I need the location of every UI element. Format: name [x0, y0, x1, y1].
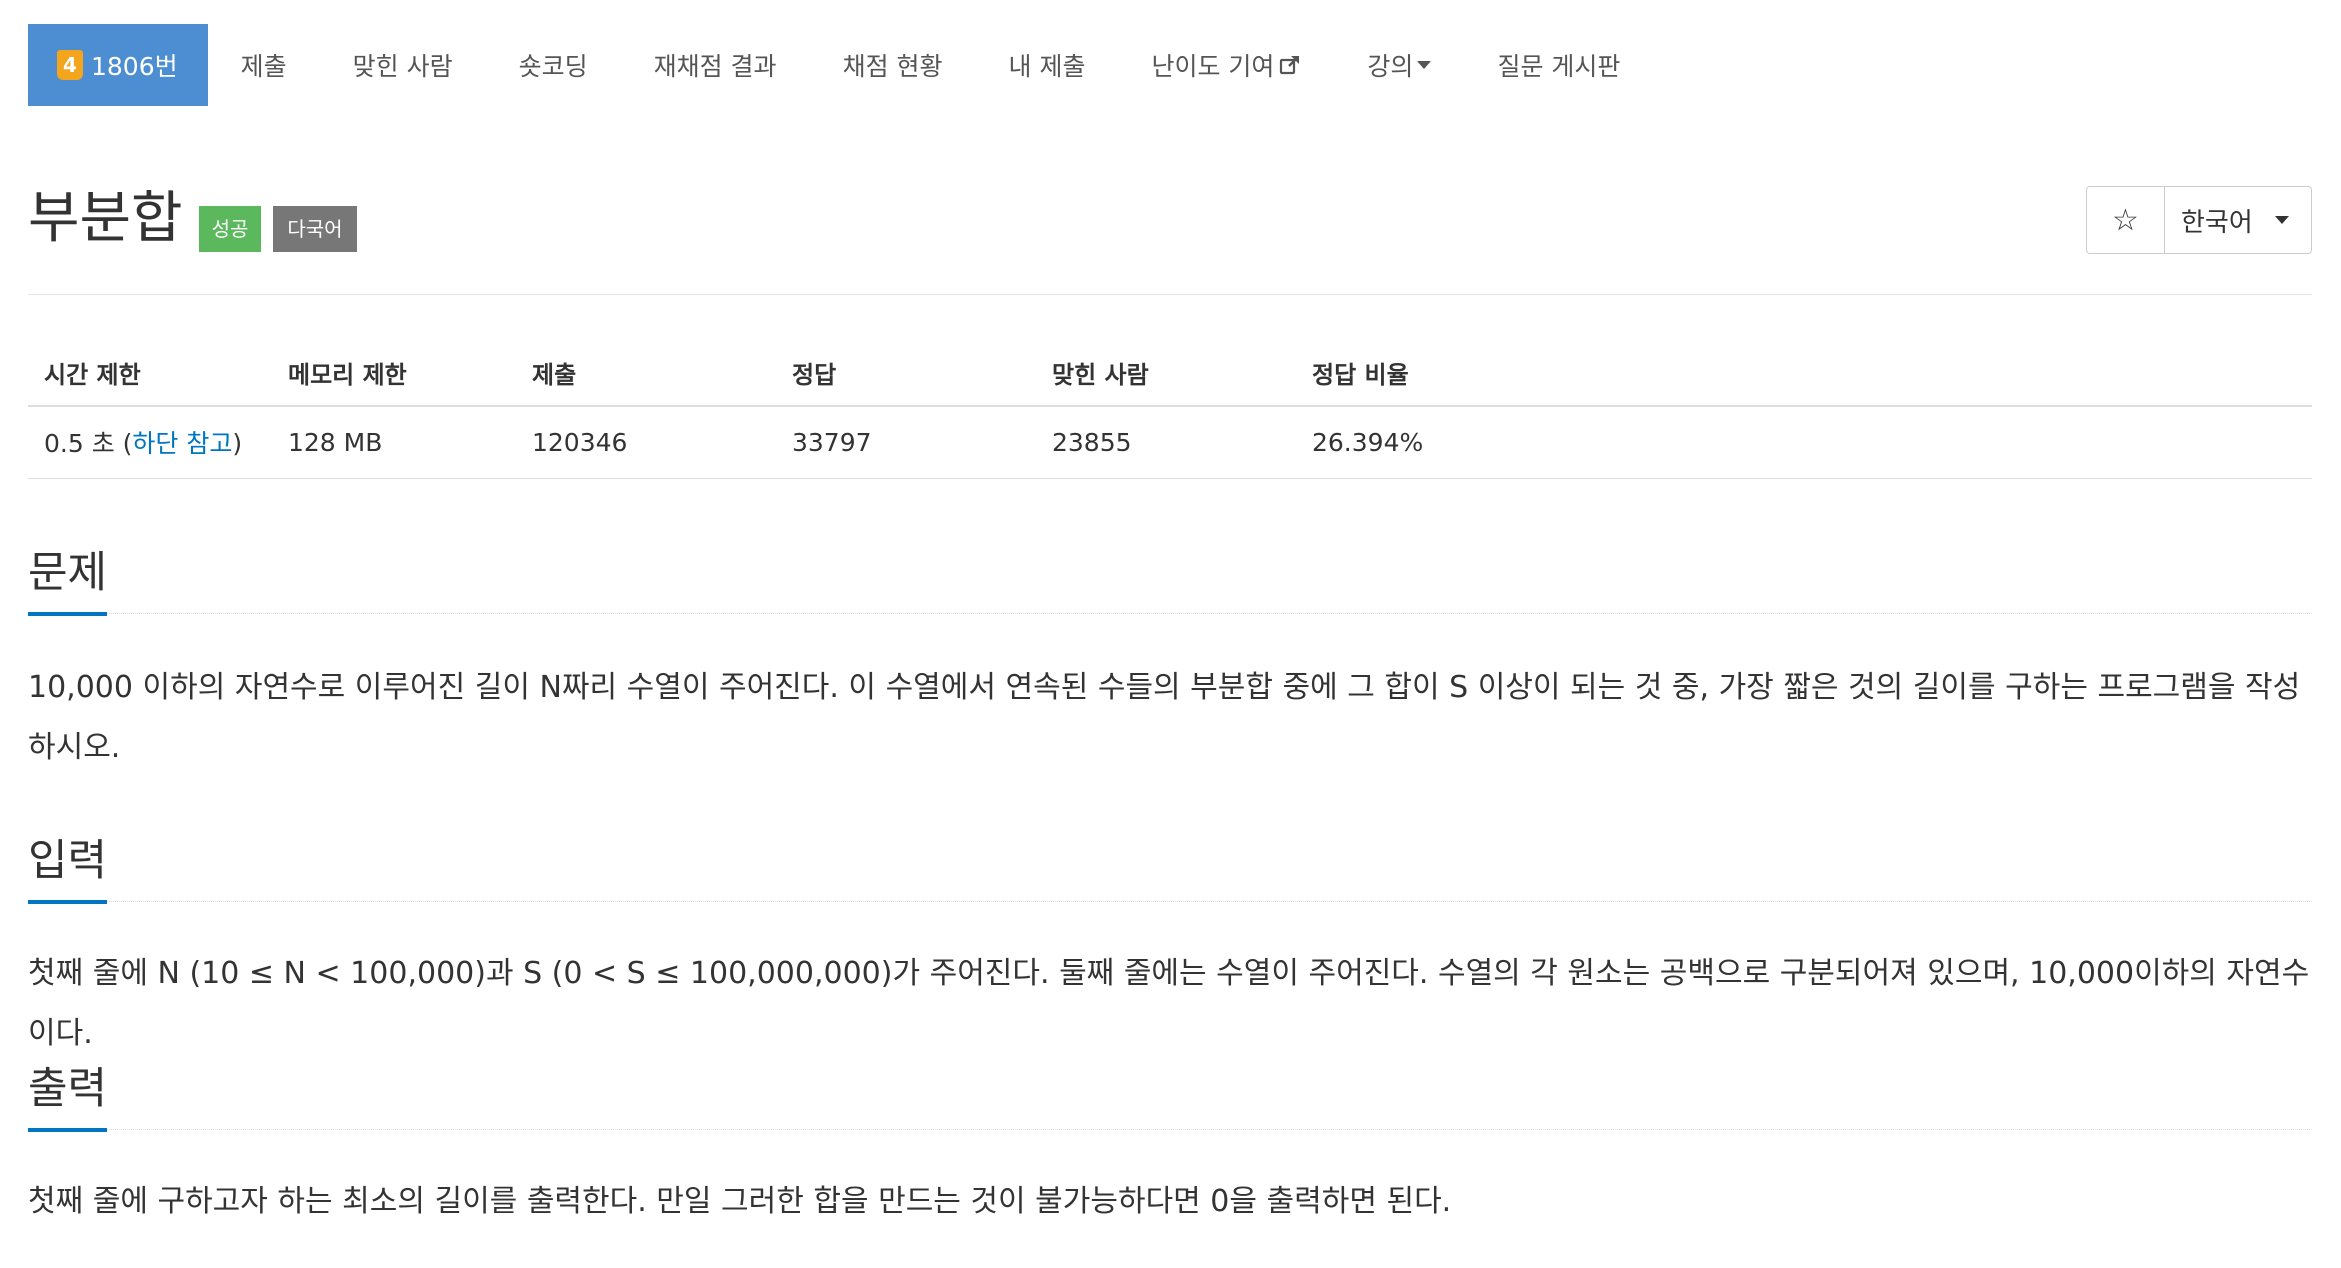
tab-lectures[interactable]: 강의: [1334, 24, 1464, 106]
header-accepted: 정답: [776, 340, 1036, 407]
tab-status[interactable]: 채점 현황: [810, 24, 976, 106]
tab-problem-label: 1806번: [91, 52, 178, 81]
status-badge-success: 성공: [198, 206, 262, 252]
tab-difficulty-label: 난이도 기여: [1151, 52, 1275, 81]
tab-submit[interactable]: 제출: [208, 24, 320, 106]
page-title: 부분합: [28, 186, 183, 251]
chevron-down-icon: [2274, 216, 2289, 224]
section-title-input: 입력: [28, 836, 108, 904]
status-badge-multilang: 다국어: [273, 206, 357, 252]
input-description: 첫째 줄에 N (10 ≤ N < 100,000)과 S (0 < S ≤ 1…: [28, 956, 2310, 1051]
tier-badge-icon: 4: [57, 50, 83, 80]
header-submissions: 제출: [516, 340, 776, 407]
divider: [28, 901, 2312, 902]
problem-info-table: 시간 제한 메모리 제한 제출 정답 맞힌 사람 정답 비율 0.5 초 (하단…: [28, 340, 2312, 479]
divider: [28, 1129, 2312, 1130]
table-row: 0.5 초 (하단 참고) 128 MB 120346 33797 23855 …: [28, 406, 2312, 479]
section-header: 문제: [28, 546, 2312, 616]
external-link-icon: [1280, 56, 1300, 75]
tab-difficulty[interactable]: 난이도 기여: [1118, 24, 1334, 106]
tab-qna-board[interactable]: 질문 게시판: [1464, 24, 1653, 106]
tab-lectures-label: 강의: [1367, 52, 1414, 81]
problem-tabbar: 4 1806번 제출 맞힌 사람 숏코딩 재채점 결과 채점 현황 내 제출 난…: [28, 24, 1653, 106]
header-time-limit: 시간 제한: [28, 340, 272, 407]
section-title-problem: 문제: [28, 548, 108, 616]
time-limit-note-link[interactable]: 하단 참고: [132, 429, 232, 458]
cell-memory-limit: 128 MB: [272, 406, 516, 479]
section-header: 입력: [28, 834, 2312, 904]
title-row: 부분합 성공 다국어: [28, 186, 357, 252]
cell-accepted: 33797: [776, 406, 1036, 479]
cell-submissions: 120346: [516, 406, 776, 479]
cell-ratio: 26.394%: [1296, 406, 2312, 479]
tab-my-submissions[interactable]: 내 제출: [976, 24, 1119, 106]
tab-problem[interactable]: 4 1806번: [28, 24, 208, 106]
section-title-output: 출력: [28, 1064, 108, 1132]
cell-time-limit: 0.5 초 (하단 참고): [28, 406, 272, 479]
section-input: 입력 첫째 줄에 N (10 ≤ N < 100,000)과 S (0 < S …: [28, 834, 2312, 1064]
time-limit-value: 0.5 초 (: [44, 429, 133, 459]
language-label: 한국어: [2181, 207, 2253, 238]
header-solvers: 맞힌 사람: [1036, 340, 1296, 407]
section-problem: 문제 10,000 이하의 자연수로 이루어진 길이 N짜리 수열이 주어진다.…: [28, 546, 2312, 778]
section-header: 출력: [28, 1062, 2312, 1132]
language-dropdown[interactable]: 한국어: [2165, 187, 2311, 253]
time-limit-close: ): [232, 429, 243, 459]
problem-tools: ☆ 한국어: [2086, 186, 2312, 254]
divider: [28, 613, 2312, 614]
star-icon: ☆: [2112, 202, 2139, 238]
tab-shortcoding[interactable]: 숏코딩: [486, 24, 621, 106]
chevron-down-icon: [1417, 61, 1432, 69]
divider: [28, 294, 2312, 295]
tab-solvers[interactable]: 맞힌 사람: [320, 24, 486, 106]
table-header-row: 시간 제한 메모리 제한 제출 정답 맞힌 사람 정답 비율: [28, 340, 2312, 407]
cell-solvers: 23855: [1036, 406, 1296, 479]
section-output: 출력 첫째 줄에 구하고자 하는 최소의 길이를 출력한다. 만일 그러한 합을…: [28, 1062, 2312, 1232]
output-description: 첫째 줄에 구하고자 하는 최소의 길이를 출력한다. 만일 그러한 합을 만드…: [28, 1184, 1452, 1219]
tab-rejudge[interactable]: 재채점 결과: [621, 24, 810, 106]
header-memory-limit: 메모리 제한: [272, 340, 516, 407]
star-button[interactable]: ☆: [2087, 187, 2165, 253]
problem-description: 10,000 이하의 자연수로 이루어진 길이 N짜리 수열이 주어진다. 이 …: [28, 670, 2301, 765]
header-ratio: 정답 비율: [1296, 340, 2312, 407]
